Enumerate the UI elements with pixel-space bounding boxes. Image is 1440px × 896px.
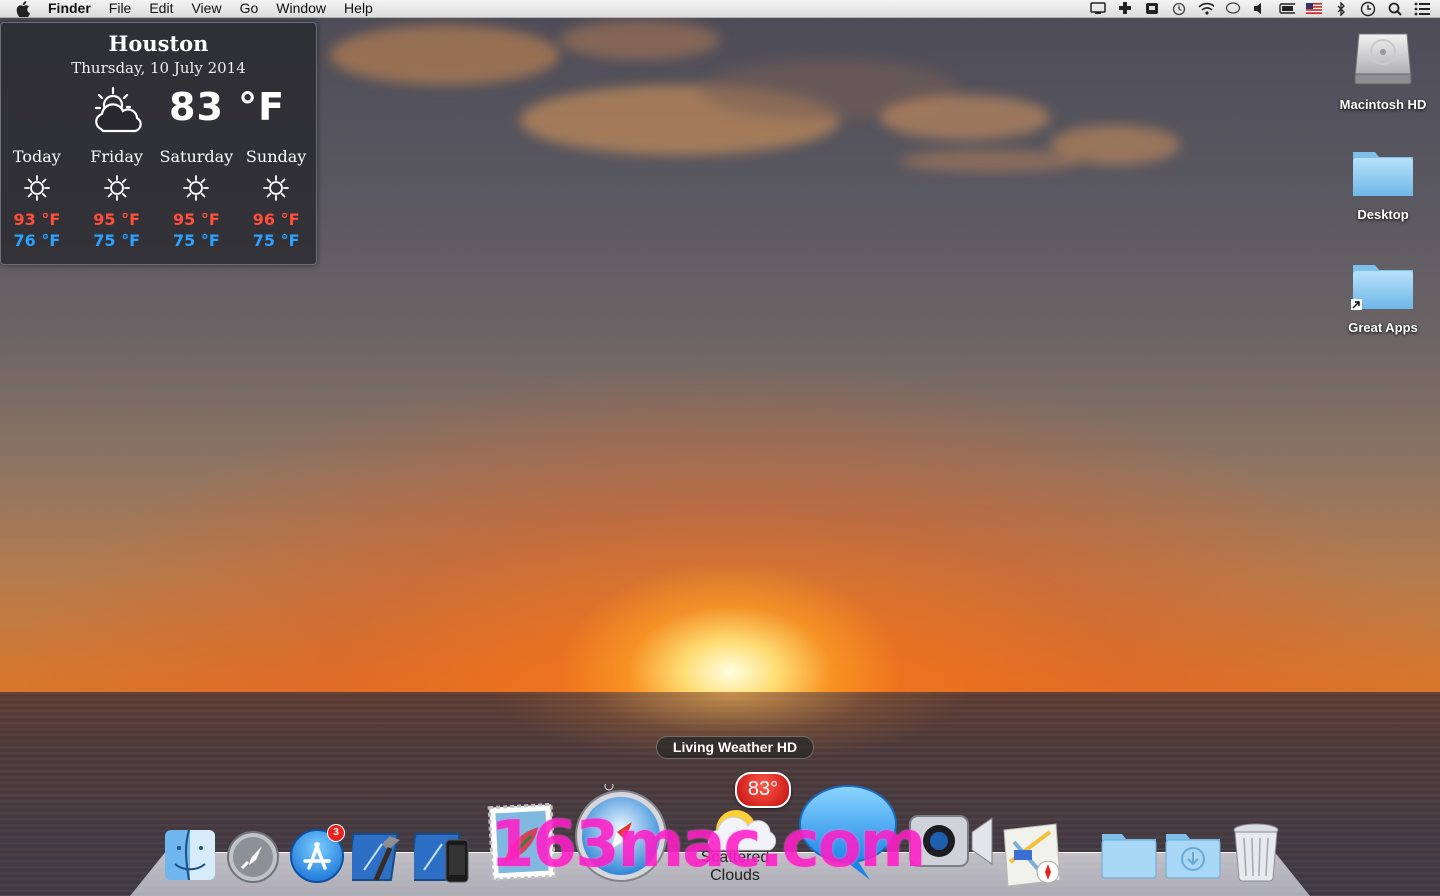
plus-cross-icon[interactable]	[1117, 2, 1133, 15]
finder-icon[interactable]	[163, 828, 217, 887]
desktop-icon-label: Great Apps	[1348, 320, 1418, 335]
forecast-day-name: Saturday	[159, 147, 234, 166]
weather-temp-badge: 83°	[735, 772, 791, 808]
desktop-icon-label: Macintosh HD	[1339, 97, 1427, 112]
desktop-icon-great-apps[interactable]: Great Apps	[1328, 259, 1438, 335]
launchpad-icon[interactable]	[226, 830, 280, 889]
forecast-day: Saturday 95 °F 75 °F	[157, 147, 237, 250]
forecast-day: Friday 95 °F 75 °F	[77, 147, 157, 250]
dock-tooltip: Living Weather HD	[656, 736, 814, 759]
sun-icon	[182, 174, 210, 202]
weather-forecast: Today 93 °F 76 °F Friday 95 °F 75 °F Sat…	[1, 147, 316, 250]
menu-go[interactable]: Go	[240, 0, 259, 17]
app-store-icon[interactable]: 3	[289, 824, 345, 889]
downloads-folder-icon[interactable]	[1164, 828, 1222, 885]
ios-simulator-icon[interactable]	[407, 830, 474, 889]
forecast-day-name: Friday	[90, 147, 143, 166]
apple-menu-icon[interactable]	[12, 0, 34, 17]
forecast-high: 96 °F	[252, 210, 300, 229]
menu-bar: Finder File Edit View Go Window Help	[0, 0, 1440, 18]
folder-alias-icon	[1328, 259, 1438, 314]
forecast-day-name: Sunday	[245, 147, 307, 166]
forecast-low: 76 °F	[13, 231, 61, 250]
sky-cloud	[560, 20, 720, 60]
forecast-low: 75 °F	[172, 231, 220, 250]
watermark-text: 163mac.com	[490, 808, 926, 882]
forecast-day-name: Today	[12, 147, 61, 166]
status-area	[1090, 0, 1430, 17]
forecast-low: 75 °F	[93, 231, 140, 250]
sun-icon	[103, 174, 131, 202]
desktop-icon-label: Desktop	[1357, 207, 1409, 222]
menu-help[interactable]: Help	[344, 0, 373, 17]
battery-icon[interactable]	[1279, 2, 1295, 15]
forecast-low: 75 °F	[252, 231, 300, 250]
menu-view[interactable]: View	[191, 0, 221, 17]
forecast-day: Sunday 96 °F 75 °F	[236, 147, 316, 250]
forecast-day: Today 93 °F 76 °F	[0, 147, 77, 250]
weather-city: Houston	[108, 31, 209, 56]
forecast-high: 95 °F	[172, 210, 220, 229]
time-machine-icon[interactable]	[1171, 2, 1187, 15]
weather-date: Thursday, 10 July 2014	[71, 59, 246, 77]
forecast-high: 93 °F	[13, 210, 61, 229]
list-menu-icon[interactable]	[1414, 2, 1430, 15]
display-icon[interactable]	[1090, 2, 1106, 15]
sun-icon	[23, 174, 51, 202]
applications-folder-icon[interactable]	[1100, 828, 1158, 885]
volume-icon[interactable]	[1252, 2, 1268, 15]
spotlight-search-icon[interactable]	[1387, 2, 1403, 16]
menu-window[interactable]: Window	[276, 0, 326, 17]
weather-current-temp: 83 °F	[169, 85, 286, 129]
menu-app-name[interactable]: Finder	[48, 0, 91, 17]
xcode-icon[interactable]	[345, 830, 410, 889]
desktop-icon-desktop[interactable]: Desktop	[1328, 146, 1438, 222]
app-tray-icon[interactable]	[1144, 2, 1160, 15]
folder-icon	[1328, 146, 1438, 201]
desktop-icon-macintosh-hd[interactable]: Macintosh HD	[1328, 26, 1438, 112]
partly-cloudy-icon	[89, 83, 149, 139]
weather-widget[interactable]: Houston Thursday, 10 July 2014 83 °F Tod…	[0, 22, 317, 265]
sky-cloud	[900, 150, 1080, 172]
hard-drive-icon	[1328, 26, 1438, 91]
menu-edit[interactable]: Edit	[149, 0, 173, 17]
wifi-icon[interactable]	[1198, 2, 1214, 15]
forecast-high: 95 °F	[93, 210, 140, 229]
clock-icon[interactable]	[1360, 1, 1376, 16]
menu-file[interactable]: File	[109, 0, 132, 17]
sky-cloud	[880, 95, 1050, 140]
maps-icon[interactable]	[1000, 822, 1066, 893]
sky-cloud	[330, 25, 560, 85]
trash-icon[interactable]	[1230, 822, 1282, 889]
app-store-badge: 3	[327, 824, 345, 842]
sun-icon	[262, 174, 290, 202]
chat-bubble-icon[interactable]	[1225, 2, 1241, 15]
bluetooth-icon[interactable]	[1333, 1, 1349, 16]
us-flag-icon[interactable]	[1306, 2, 1322, 15]
